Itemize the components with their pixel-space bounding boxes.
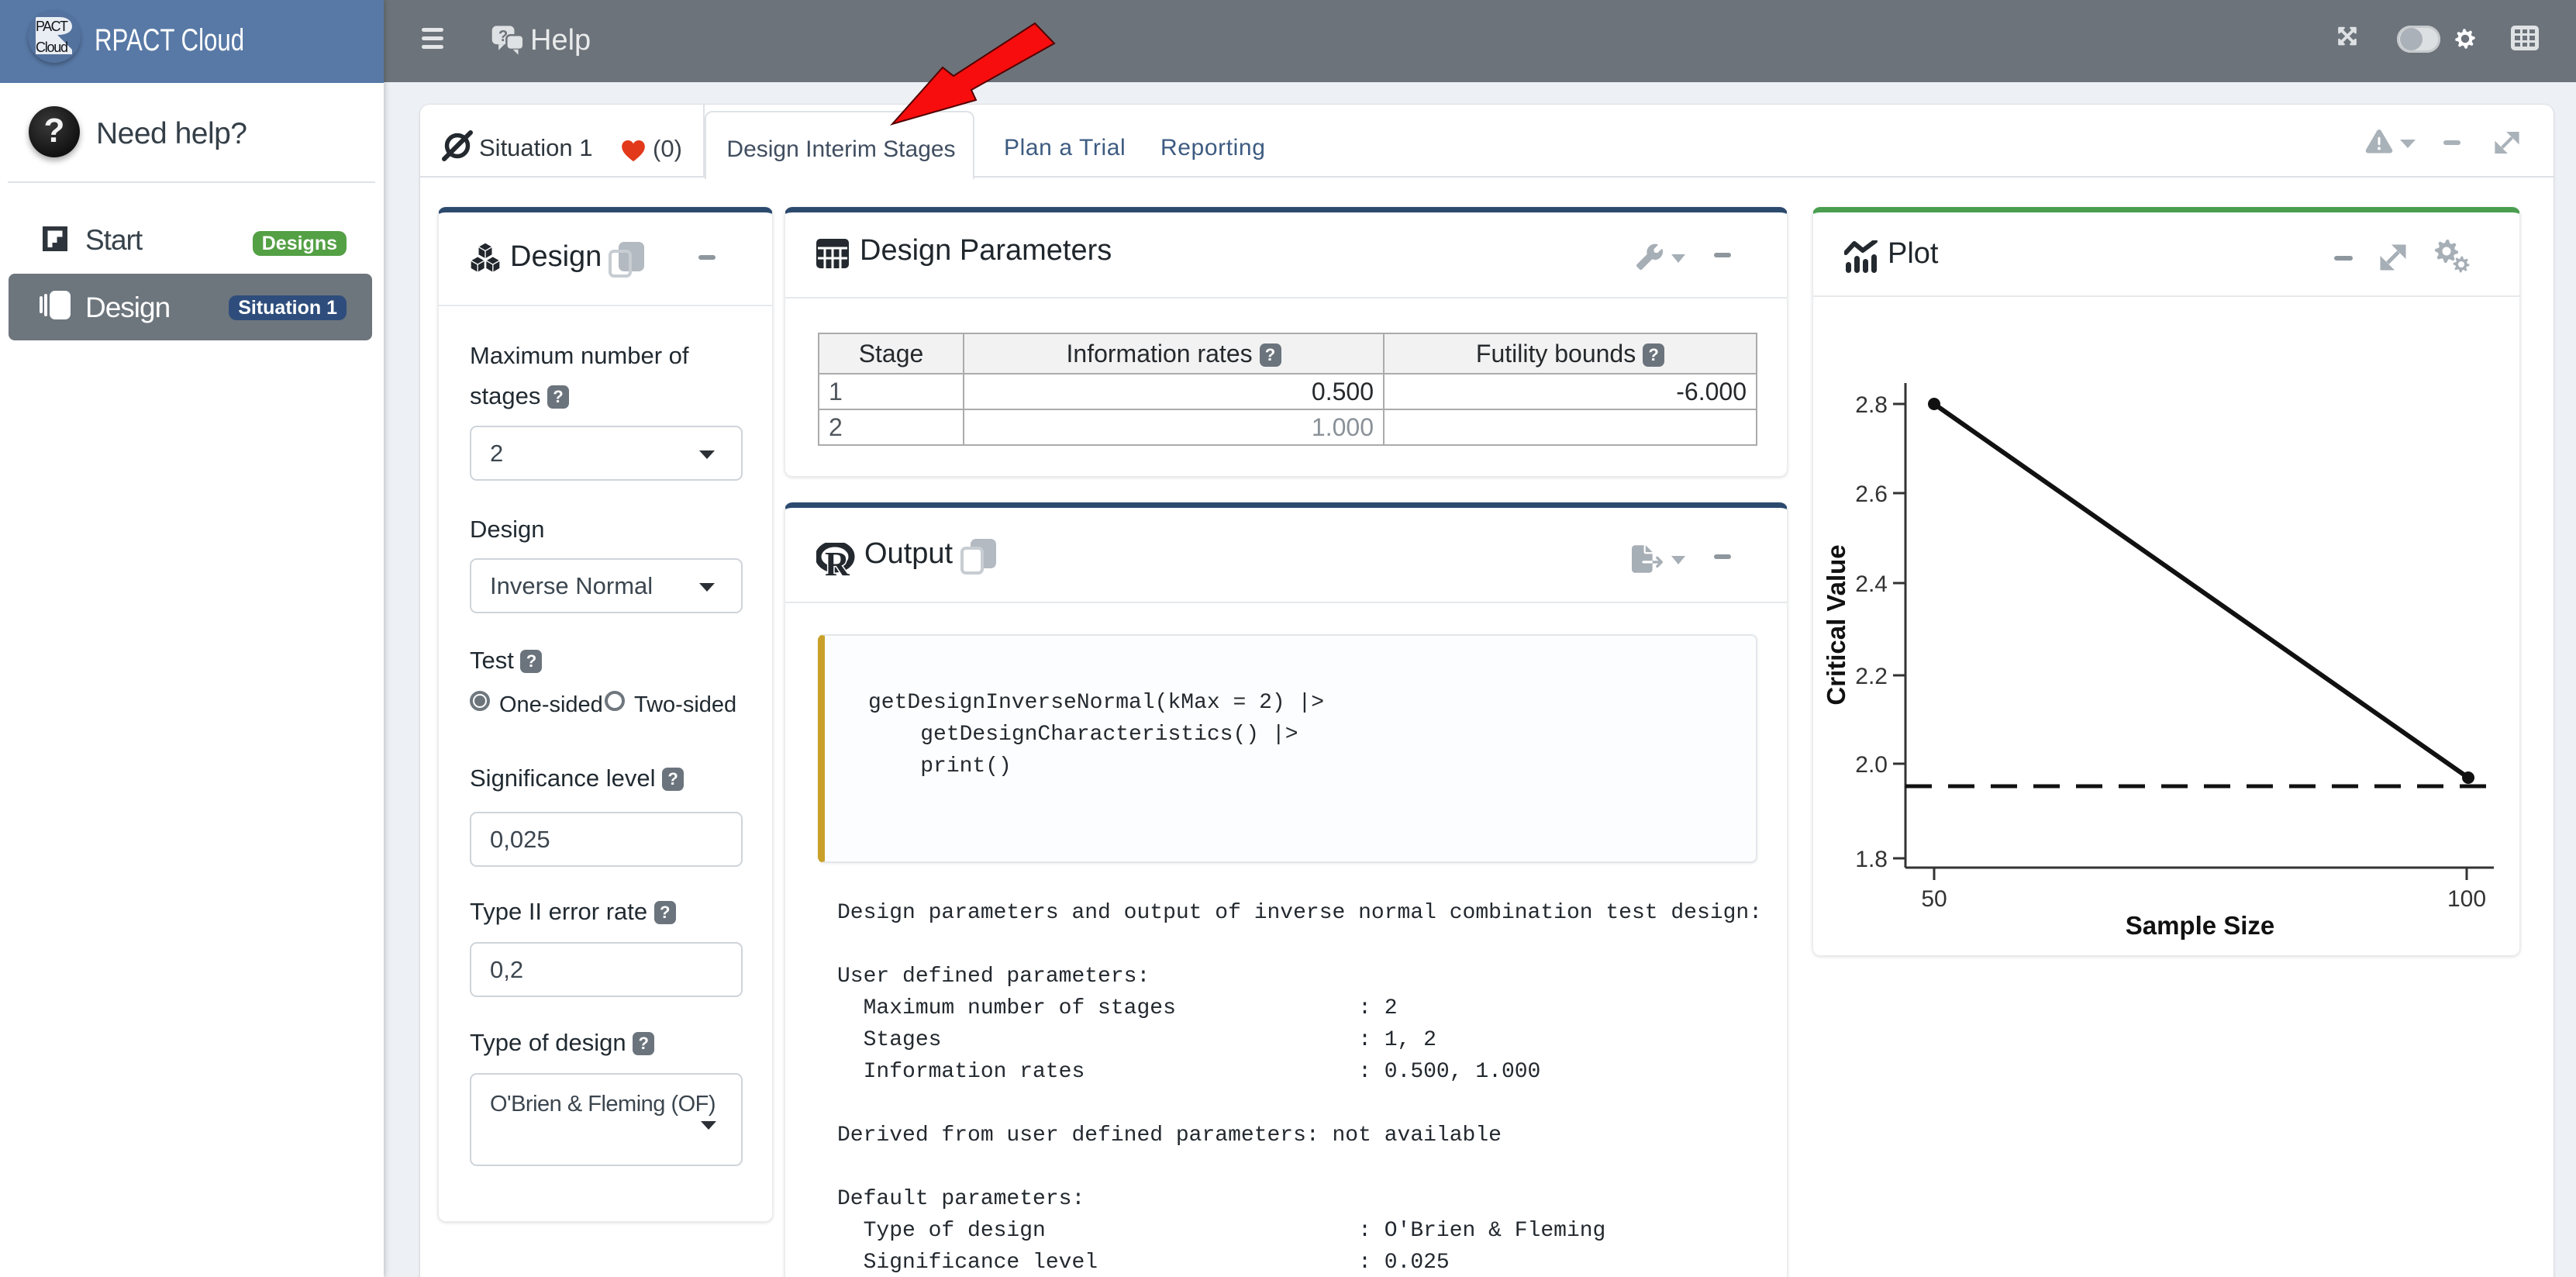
svg-text:100: 100 xyxy=(2447,886,2486,912)
svg-text:Sample Size: Sample Size xyxy=(2126,911,2275,940)
svg-text:2.8: 2.8 xyxy=(1855,392,1888,418)
svg-text:2.4: 2.4 xyxy=(1855,571,1888,597)
svg-text:R: R xyxy=(825,545,850,577)
svg-text:50: 50 xyxy=(1921,886,1947,912)
svg-text:?: ? xyxy=(498,28,508,45)
svg-text:Cloud: Cloud xyxy=(36,40,68,55)
svg-text:Critical Value: Critical Value xyxy=(1822,544,1850,705)
svg-text:1.8: 1.8 xyxy=(1855,847,1888,872)
svg-text:2.6: 2.6 xyxy=(1855,481,1888,507)
svg-text:2.2: 2.2 xyxy=(1855,664,1888,689)
svg-text:PACT: PACT xyxy=(36,19,68,34)
svg-text:2.0: 2.0 xyxy=(1855,752,1888,778)
